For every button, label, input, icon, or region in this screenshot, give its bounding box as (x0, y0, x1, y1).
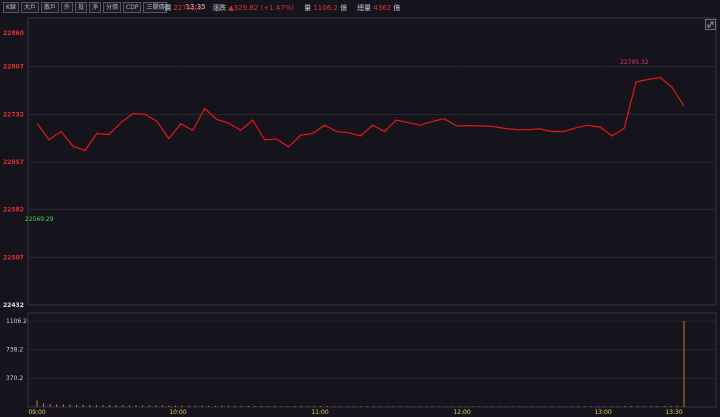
price-point (216, 117, 217, 118)
price-tick-label: 22732 (3, 111, 24, 118)
time-tick-label: 10:00 (169, 409, 186, 416)
volume-tick-label: 738.2 (6, 347, 23, 354)
axis-labels: 22860 22807 22732 22657 22582 22507 22432 09:00… (3, 30, 683, 416)
price-point (420, 126, 421, 128)
volume-tick-label: 1106.2 (6, 318, 27, 325)
time-tick-label: 09:00 (28, 409, 45, 416)
price-point (36, 122, 38, 124)
price-point (539, 130, 541, 132)
price-tick-label: 22432 (3, 302, 24, 309)
price-point (96, 131, 98, 132)
price-point (432, 119, 433, 120)
time-tick-label: 13:30 (665, 409, 682, 416)
price-point (156, 122, 158, 124)
grid-lines (27, 17, 717, 408)
price-tick-label: 22582 (3, 207, 24, 214)
price-point (659, 79, 661, 80)
price-point (348, 134, 349, 135)
price-point (264, 137, 265, 139)
price-point (444, 120, 445, 121)
price-point (408, 120, 409, 121)
price-tick-label: 22657 (3, 159, 24, 166)
price-point (120, 120, 122, 121)
price-point (480, 123, 481, 125)
price-point (168, 136, 170, 137)
expand-icon[interactable] (705, 19, 716, 30)
price-point (72, 143, 74, 145)
price-panel-frame (27, 17, 717, 306)
price-series-line (36, 76, 685, 152)
price-point (599, 124, 601, 126)
price-point (300, 136, 301, 138)
intraday-chart: 22860 22807 22732 22657 22582 22507 22432 09:00… (3, 17, 717, 416)
price-point (360, 133, 361, 135)
price-point (84, 152, 86, 153)
price-point (48, 137, 50, 139)
price-point (252, 121, 253, 123)
price-point (60, 133, 62, 134)
volume-panel-frame (27, 312, 717, 408)
price-point (312, 131, 313, 132)
time-tick-label: 11:00 (311, 409, 328, 416)
price-point (683, 105, 685, 107)
price-point (456, 123, 457, 125)
price-point (180, 125, 182, 127)
price-point (563, 133, 565, 134)
price-point (288, 144, 289, 146)
price-point (396, 121, 397, 123)
price-point (468, 127, 469, 128)
price-point (240, 128, 241, 129)
price-point (204, 110, 205, 111)
price-point (575, 125, 577, 127)
price-point (623, 126, 625, 127)
price-point (611, 137, 613, 139)
price-point (551, 129, 553, 130)
reference-price-label: 22569.29 (25, 216, 54, 223)
price-tick-label: 22860 (3, 30, 24, 37)
price-tick-label: 22807 (3, 64, 24, 71)
price-point (635, 83, 637, 85)
price-point (372, 126, 373, 128)
price-point (132, 115, 134, 116)
price-point (336, 129, 337, 130)
price-point (192, 128, 194, 129)
price-point (144, 112, 146, 113)
price-point (384, 129, 385, 130)
price-point (671, 84, 673, 86)
price-point (647, 77, 649, 78)
price-point (527, 127, 529, 128)
price-point (324, 126, 325, 128)
price-chart (36, 76, 685, 153)
price-point (108, 136, 110, 137)
price-tick-label: 22507 (3, 254, 24, 261)
price-point (504, 126, 505, 127)
time-tick-label: 13:00 (594, 409, 611, 416)
price-point (516, 131, 517, 132)
volume-chart (36, 321, 685, 407)
volume-tick-label: 370.2 (6, 375, 23, 382)
max-price-label: 22795.32 (620, 59, 649, 66)
price-point (587, 126, 589, 128)
price-point (228, 124, 229, 126)
price-point (492, 128, 493, 129)
price-point (276, 140, 277, 142)
time-tick-label: 12:00 (453, 409, 470, 416)
